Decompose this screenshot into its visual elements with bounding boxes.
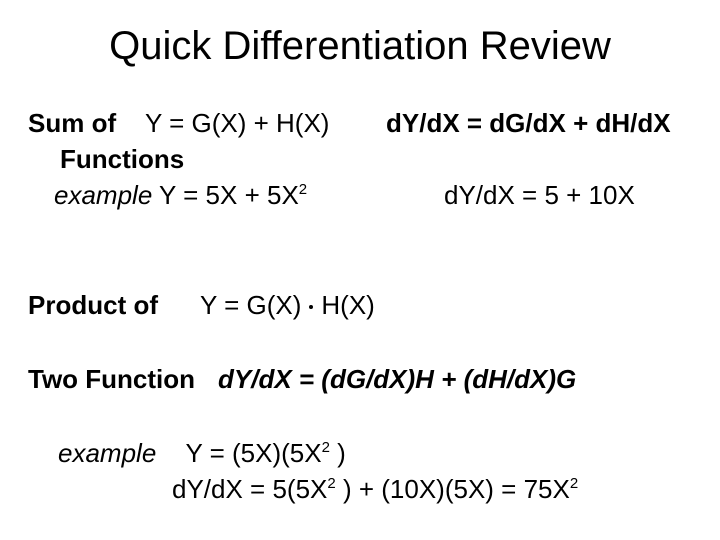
- exponent: 2: [327, 475, 336, 492]
- exponent: 2: [298, 181, 308, 198]
- derivative-part-b: ) + (10X)(5X) = 75X: [335, 474, 570, 504]
- equation-left: Y = G(X): [200, 290, 302, 320]
- example-label: example: [58, 438, 157, 468]
- exponent: 2: [321, 439, 330, 456]
- sum-rule-derivative: dY/dX = dG/dX + dH/dX: [386, 108, 671, 138]
- sum-rule-example-derivative: dY/dX = 5 + 10X: [444, 180, 635, 210]
- product-rule-equation: Y = G(X) H(X): [200, 292, 375, 318]
- example-equation: Y = 5X + 5X: [159, 180, 299, 210]
- product-rule-label-line1: Product of: [28, 290, 158, 320]
- sum-rule-label-line2: Functions: [60, 144, 185, 174]
- equation-right: H(X): [321, 290, 375, 320]
- multiplication-dot-icon: [309, 305, 314, 310]
- example-label: example: [54, 180, 153, 210]
- exponent: 2: [569, 475, 579, 492]
- example-equation-close: ): [329, 438, 346, 468]
- example-equation: Y = (5X)(5X: [185, 438, 322, 468]
- product-rule-example-derivative: dY/dX = 5(5X2 ) + (10X)(5X) = 75X2: [172, 476, 578, 502]
- product-rule-label-line2: Two Function: [28, 364, 196, 394]
- sum-rule-equation: Y = G(X) + H(X): [145, 108, 330, 138]
- derivative-part-a: dY/dX = 5(5X: [172, 474, 328, 504]
- product-rule-derivative: dY/dX = (dG/dX)H + (dH/dX)G: [218, 364, 577, 394]
- page-title: Quick Differentiation Review: [109, 24, 611, 68]
- sum-rule-example: example Y = 5X + 5X2: [54, 182, 307, 208]
- product-rule-example: example Y = (5X)(5X2 ): [58, 440, 346, 466]
- sum-rule-label-line1: Sum of: [28, 108, 117, 138]
